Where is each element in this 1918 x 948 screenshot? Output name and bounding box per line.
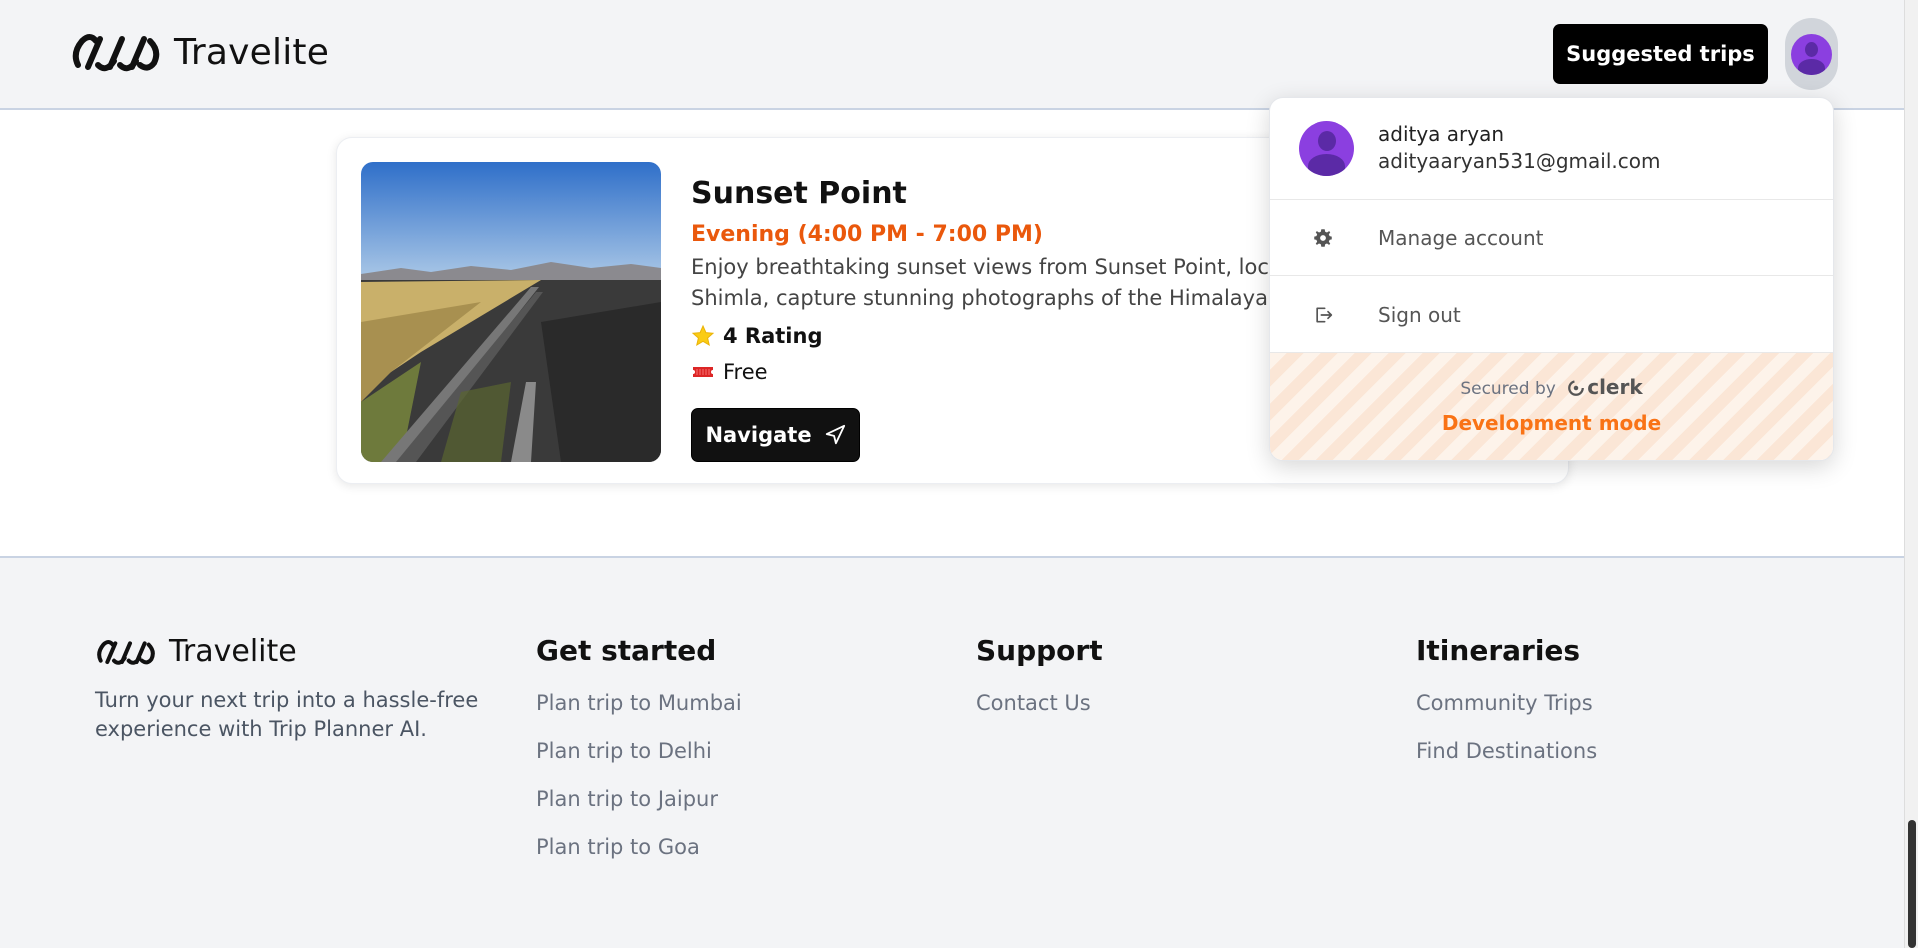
- sign-out-label: Sign out: [1378, 303, 1461, 327]
- secured-by-text: Secured by: [1460, 379, 1556, 399]
- gear-icon: [1312, 227, 1334, 249]
- footer-column-title: Support: [976, 634, 1103, 667]
- user-info: aditya aryan adityaaryan531@gmail.com: [1270, 98, 1833, 200]
- sign-out-icon: [1312, 304, 1334, 326]
- footer-link-mumbai[interactable]: Plan trip to Mumbai: [536, 691, 742, 739]
- footer-link-community-trips[interactable]: Community Trips: [1416, 691, 1597, 739]
- place-time: Evening (4:00 PM - 7:00 PM): [691, 222, 1043, 247]
- logo-infinity-icon: [97, 639, 155, 665]
- secured-by: Secured by clerk: [1270, 375, 1833, 399]
- rating-text: 4 Rating: [723, 324, 823, 348]
- manage-account-label: Manage account: [1378, 225, 1544, 250]
- footer-link-delhi[interactable]: Plan trip to Delhi: [536, 739, 742, 787]
- logo-infinity-icon: [72, 34, 160, 72]
- navigate-label: Navigate: [705, 423, 812, 447]
- development-mode-label: Development mode: [1441, 411, 1662, 435]
- avatar: [1791, 33, 1832, 75]
- manage-account-button[interactable]: Manage account: [1270, 200, 1833, 276]
- header-logo[interactable]: Travelite: [70, 31, 329, 73]
- clerk-brand: clerk: [1587, 375, 1643, 399]
- place-price: Free: [691, 360, 768, 384]
- navigate-button[interactable]: Navigate: [691, 408, 860, 462]
- footer-column-get-started: Get started Plan trip to Mumbai Plan tri…: [536, 634, 742, 883]
- footer-logo[interactable]: Travelite: [95, 634, 297, 669]
- price-text: Free: [723, 360, 768, 384]
- brand-name: Travelite: [174, 31, 330, 73]
- footer-column-title: Get started: [536, 634, 717, 667]
- footer-link-goa[interactable]: Plan trip to Goa: [536, 835, 742, 883]
- user-menu-popover: aditya aryan adityaaryan531@gmail.com Ma…: [1269, 97, 1834, 461]
- place-title: Sunset Point: [691, 176, 907, 211]
- scrollbar-thumb[interactable]: [1908, 820, 1916, 948]
- footer-link-find-destinations[interactable]: Find Destinations: [1416, 739, 1597, 787]
- site-header: Travelite Suggested trips: [0, 0, 1904, 110]
- user-avatar-button[interactable]: [1785, 18, 1838, 90]
- footer-link-contact-us[interactable]: Contact Us: [976, 691, 1103, 739]
- star-icon: [691, 324, 715, 347]
- footer-tagline: Turn your next trip into a hassle-free e…: [95, 688, 479, 741]
- footer-column-title: Itineraries: [1416, 634, 1581, 667]
- footer-link-jaipur[interactable]: Plan trip to Jaipur: [536, 787, 742, 835]
- user-email: adityaaryan531@gmail.com: [1378, 149, 1661, 173]
- footer-brand-name: Travelite: [169, 634, 297, 669]
- suggested-trips-button[interactable]: Suggested trips: [1553, 24, 1768, 84]
- user-name: aditya aryan: [1378, 122, 1505, 146]
- footer-column-support: Support Contact Us: [976, 634, 1103, 739]
- clerk-logo-icon: [1568, 380, 1585, 396]
- sign-out-button[interactable]: Sign out: [1270, 277, 1833, 353]
- clerk-footer: Secured by clerk Development mode: [1270, 352, 1833, 460]
- avatar: [1299, 121, 1354, 176]
- ticket-icon: [693, 367, 713, 377]
- navigation-arrow-icon: [825, 424, 845, 445]
- page-scrollbar[interactable]: [1904, 0, 1918, 948]
- place-image: [361, 162, 661, 462]
- place-rating: 4 Rating: [691, 324, 822, 348]
- site-footer: Travelite Turn your next trip into a has…: [0, 556, 1904, 948]
- footer-column-itineraries: Itineraries Community Trips Find Destina…: [1416, 634, 1597, 787]
